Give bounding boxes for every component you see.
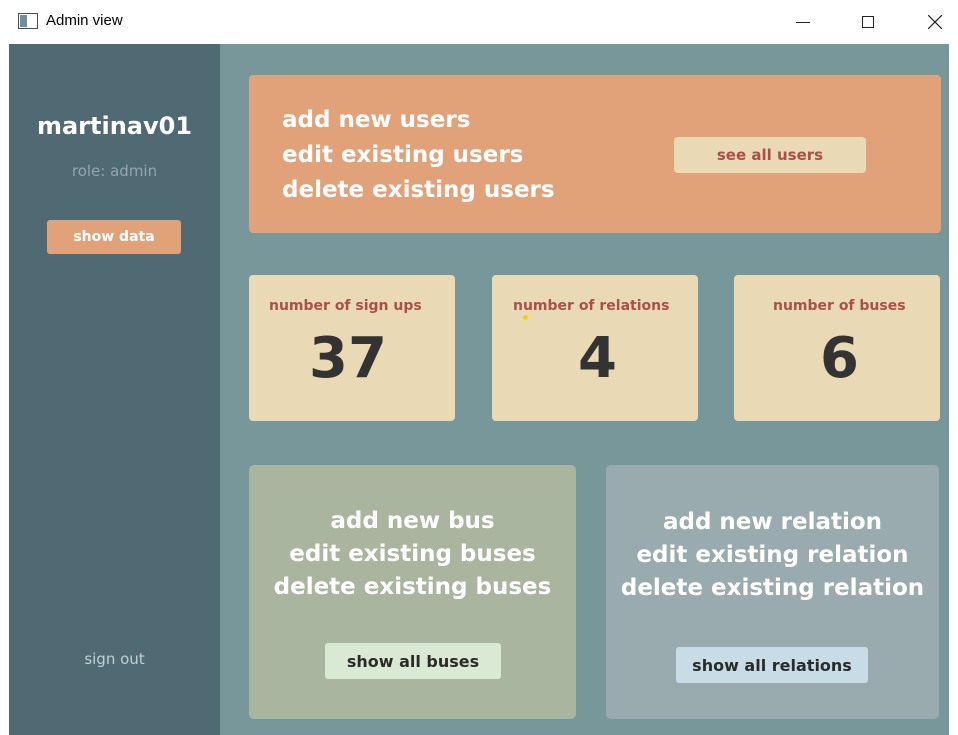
stat-label: number of relations xyxy=(513,298,670,314)
title-bar: Admin view xyxy=(0,0,958,44)
edit-buses-text: edit existing buses xyxy=(289,541,536,567)
mouse-cursor-highlight xyxy=(523,315,528,320)
show-all-buses-button[interactable]: show all buses xyxy=(325,643,501,679)
window-title: Admin view xyxy=(46,12,123,29)
delete-buses-text: delete existing buses xyxy=(273,574,552,600)
show-all-relations-button[interactable]: show all relations xyxy=(676,647,868,683)
relation-actions: add new relation edit existing relation … xyxy=(606,506,939,605)
stat-label: number of buses xyxy=(773,298,906,314)
stat-card-buses: number of buses 6 xyxy=(734,275,940,421)
edit-relation-text: edit existing relation xyxy=(636,542,909,568)
bus-actions: add new bus edit existing buses delete e… xyxy=(249,505,576,604)
see-all-users-button[interactable]: see all users xyxy=(674,137,866,173)
stat-value: 6 xyxy=(820,326,859,391)
stat-value: 4 xyxy=(578,326,617,391)
admin-view: martinav01 role: admin show data sign ou… xyxy=(9,44,949,735)
stat-card-sign-ups: number of sign ups 37 xyxy=(249,275,455,421)
delete-relation-text: delete existing relation xyxy=(620,575,925,601)
bus-panel: add new bus edit existing buses delete e… xyxy=(249,465,576,719)
add-users-text: add new users xyxy=(282,107,471,133)
minimize-icon xyxy=(796,21,810,23)
close-icon xyxy=(928,15,942,29)
sign-out-link[interactable]: sign out xyxy=(9,650,220,668)
close-button[interactable] xyxy=(912,0,958,44)
user-role: role: admin xyxy=(71,162,158,180)
relation-panel: add new relation edit existing relation … xyxy=(606,465,939,719)
edit-users-text: edit existing users xyxy=(282,142,524,168)
stat-value: 37 xyxy=(309,326,387,391)
delete-users-text: delete existing users xyxy=(282,177,555,203)
add-bus-text: add new bus xyxy=(330,508,495,534)
username: martinav01 xyxy=(36,112,193,140)
users-panel: add new users edit existing users delete… xyxy=(249,75,941,233)
maximize-icon xyxy=(862,16,874,28)
stat-label: number of sign ups xyxy=(269,298,422,314)
stat-card-relations: number of relations 4 xyxy=(492,275,698,421)
show-data-button[interactable]: show data xyxy=(47,220,181,254)
users-actions: add new users edit existing users delete… xyxy=(282,103,555,208)
maximize-button[interactable] xyxy=(845,0,891,44)
add-relation-text: add new relation xyxy=(662,509,883,535)
minimize-button[interactable] xyxy=(780,0,826,44)
sidebar: martinav01 role: admin show data sign ou… xyxy=(9,44,220,735)
app-window-icon xyxy=(18,13,38,29)
